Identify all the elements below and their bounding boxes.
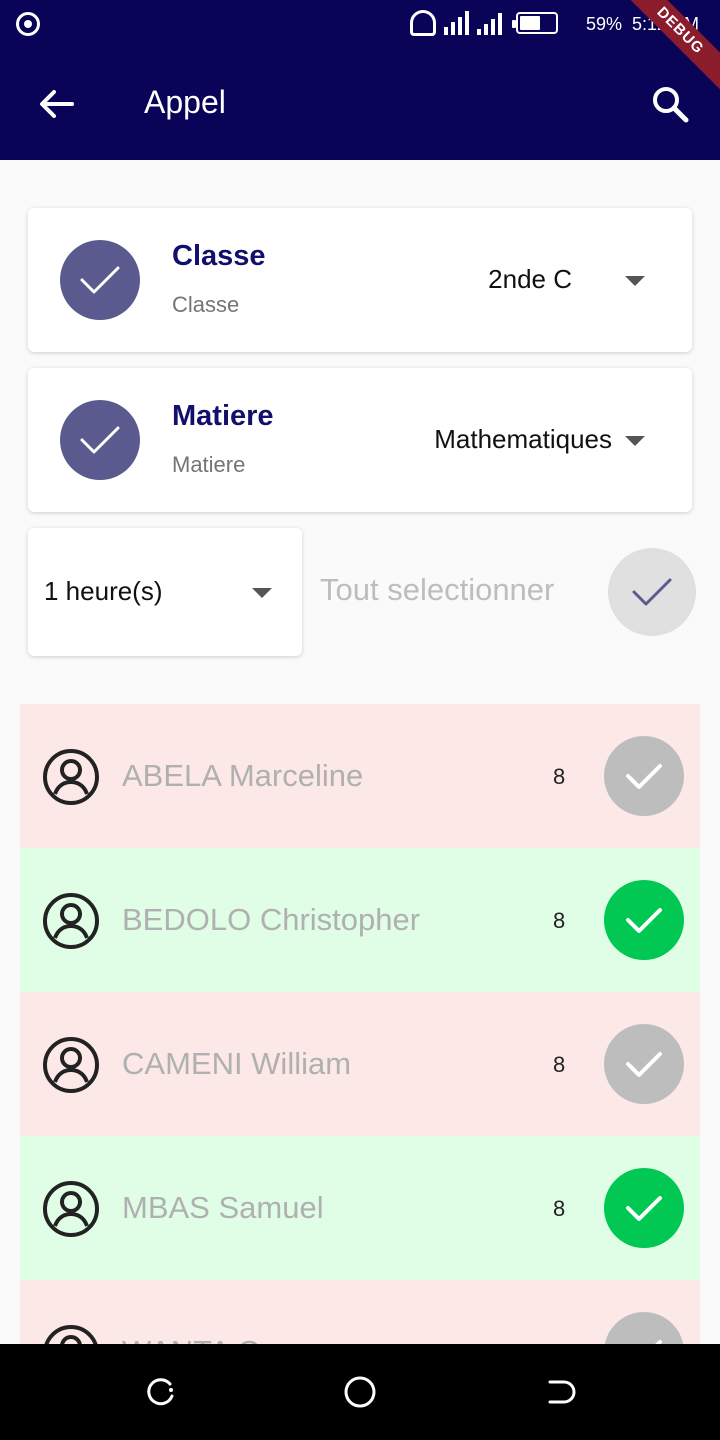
class-selected-value: 2nde C [488,264,572,294]
search-button[interactable] [648,82,692,126]
hotspot-icon [410,10,436,36]
check-icon [626,1052,662,1077]
person-icon [43,749,99,805]
subject-dropdown[interactable]: Mathematiques [398,408,678,472]
check-icon [626,764,662,789]
attendance-toggle[interactable] [604,736,684,816]
list-item: BEDOLO Christopher 8 [20,848,700,992]
list-item: MBAS Samuel 8 [20,1136,700,1280]
signal-icon [444,11,469,35]
check-icon [80,426,120,454]
student-name: MBAS Samuel [122,1190,324,1225]
class-dropdown[interactable]: 2nde C [408,248,678,312]
check-icon [626,908,662,933]
student-name: WANTA C [122,1334,260,1344]
record-icon [16,12,40,36]
student-name: CAMENI William [122,1046,352,1081]
check-icon [80,266,120,294]
select-all-label: Tout selectionner [320,572,555,607]
attendance-toggle[interactable] [604,1168,684,1248]
attendance-toggle[interactable] [604,1024,684,1104]
class-subtitle: Classe [172,292,240,317]
class-title: Classe [172,240,266,272]
subject-selected-value: Mathematiques [434,424,612,454]
back-button[interactable] [32,84,80,124]
app-bar: Appel [0,48,720,160]
person-icon [43,1181,99,1237]
student-count: 8 [553,1196,566,1221]
back-nav-icon[interactable] [540,1372,580,1412]
battery-percent: 59% [586,14,623,34]
subject-check-badge [60,400,140,480]
hours-dropdown[interactable]: 1 heure(s) [28,528,302,656]
check-icon [626,1196,662,1221]
list-item: WANTA C 8 [20,1280,700,1344]
student-list: ABELA Marceline 8 BEDOLO Christopher 8 C… [20,704,700,1344]
student-count: 8 [553,764,566,789]
attendance-toggle[interactable] [604,1312,684,1344]
student-count: 8 [553,1052,566,1077]
list-item: CAMENI William 8 [20,992,700,1136]
class-check-badge [60,240,140,320]
recent-apps-icon[interactable] [140,1372,180,1412]
status-icons [410,10,558,36]
attendance-toggle[interactable] [604,880,684,960]
battery-icon [512,12,558,34]
student-name: ABELA Marceline [122,758,364,793]
chevron-down-icon [625,436,645,446]
arrow-left-icon [40,90,74,118]
student-count: 8 [553,908,566,933]
select-all-button[interactable] [608,548,696,636]
page-title: Appel [144,84,226,120]
check-icon [632,578,672,606]
student-name: BEDOLO Christopher [122,902,421,937]
person-icon [43,1037,99,1093]
subject-title: Matiere [172,400,274,432]
class-card: Classe Classe 2nde C [28,208,692,352]
subject-card: Matiere Matiere Mathematiques [28,368,692,512]
hours-value: 1 heure(s) [44,576,163,606]
chevron-down-icon [625,276,645,286]
search-icon [653,87,689,123]
chevron-down-icon [252,588,272,598]
list-item: ABELA Marceline 8 [20,704,700,848]
status-bar: 59% 5:12 PM [0,0,720,48]
person-icon [44,1325,98,1344]
home-icon[interactable] [340,1372,380,1412]
person-icon [43,893,99,949]
check-icon [655,1340,662,1344]
system-nav-bar [0,1344,720,1440]
subject-subtitle: Matiere [172,452,246,477]
signal-2-icon [477,11,502,35]
